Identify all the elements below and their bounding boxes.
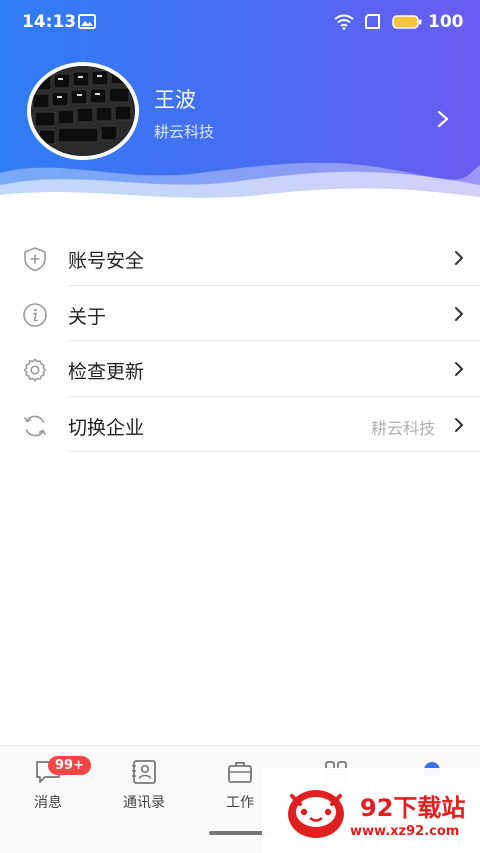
battery-level: 100 xyxy=(428,12,464,32)
image-icon xyxy=(78,14,96,29)
settings-list: 账号安全 关于 检查更新 切换企业 耕云科技 xyxy=(0,230,480,452)
tab-messages[interactable]: 99+ 消息 xyxy=(0,752,96,812)
profile-company: 耕云科技 xyxy=(154,123,215,141)
keyboard-photo xyxy=(31,66,135,156)
status-time: 14:13 xyxy=(22,12,77,32)
status-bar: 14:13 100 xyxy=(0,0,480,44)
unread-badge: 99+ xyxy=(48,756,91,775)
watermark-logo xyxy=(288,790,344,838)
briefcase-icon xyxy=(228,762,252,783)
chevron-right-icon xyxy=(455,251,463,265)
menu-item-label: 账号安全 xyxy=(68,250,145,272)
avatar[interactable] xyxy=(27,62,139,160)
watermark-title: 92下载站 xyxy=(360,794,466,822)
chevron-right-icon xyxy=(455,362,463,376)
current-company-value: 耕云科技 xyxy=(370,418,435,438)
contacts-icon xyxy=(132,760,156,784)
profile-name: 王波 xyxy=(154,88,196,112)
chevron-right-icon xyxy=(455,306,463,321)
menu-item-about[interactable]: 关于 xyxy=(0,286,480,341)
tab-label: 通讯录 xyxy=(123,795,165,811)
chevron-right-icon[interactable] xyxy=(436,110,450,128)
menu-item-check-update[interactable]: 检查更新 xyxy=(0,341,480,397)
info-icon xyxy=(23,302,47,327)
refresh-icon xyxy=(24,415,46,436)
watermark: 92下载站 www.xz92.com xyxy=(262,768,480,853)
battery-icon xyxy=(392,15,422,29)
wifi-icon xyxy=(334,14,354,30)
header-waves xyxy=(0,162,480,215)
divider xyxy=(68,451,480,452)
tab-label: 消息 xyxy=(34,795,62,811)
menu-item-label: 关于 xyxy=(68,305,107,328)
chevron-right-icon xyxy=(455,417,463,432)
menu-item-account-security[interactable]: 账号安全 xyxy=(0,230,480,286)
watermark-url: www.xz92.com xyxy=(350,824,460,839)
shield-icon xyxy=(24,247,46,272)
gear-icon xyxy=(23,358,47,382)
profile-header: 14:13 100 王波 耕云科技 xyxy=(0,0,480,215)
menu-item-label: 切换企业 xyxy=(68,416,145,439)
sim-icon xyxy=(365,14,380,29)
menu-item-switch-company[interactable]: 切换企业 耕云科技 xyxy=(0,397,480,452)
tab-contacts[interactable]: 通讯录 xyxy=(96,752,192,812)
profile-screen: 14:13 100 王波 耕云科技 账号安全 关于 检查更新 切换企业 耕云科技… xyxy=(0,0,480,853)
menu-item-label: 检查更新 xyxy=(68,361,145,383)
